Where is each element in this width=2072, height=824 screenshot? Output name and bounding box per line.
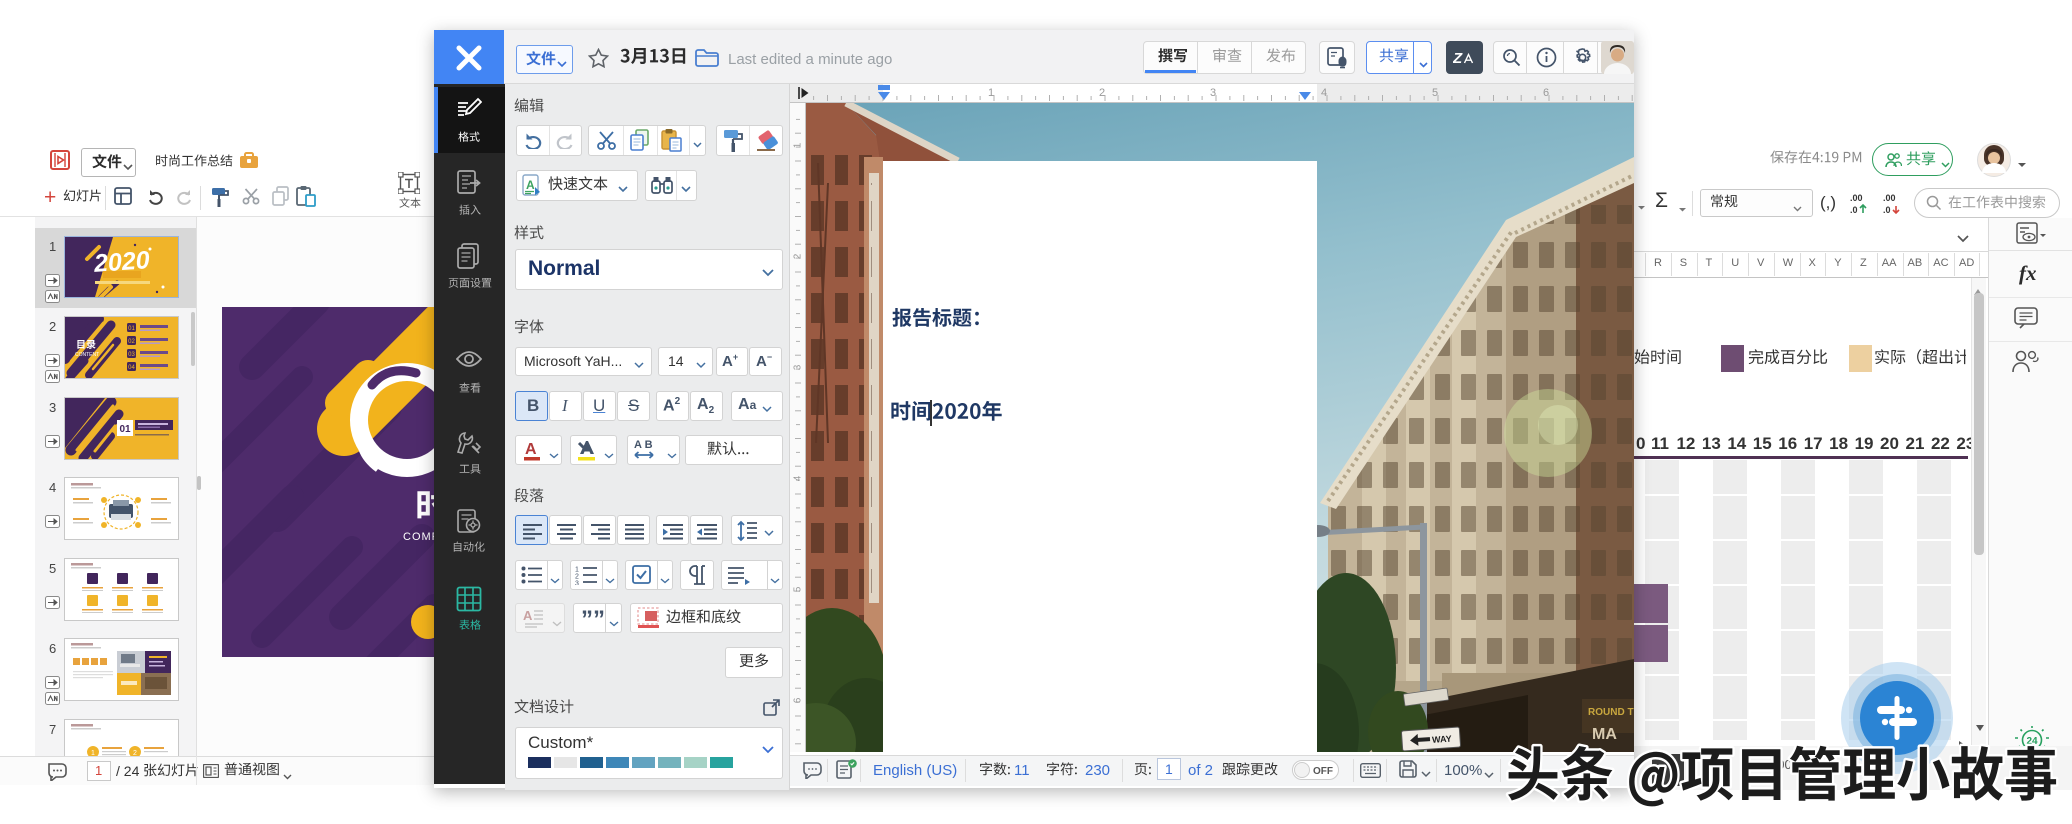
svg-text:01: 01	[128, 326, 135, 332]
svg-text:A: A	[525, 441, 537, 458]
svg-text:3: 3	[575, 581, 579, 586]
svg-text:04: 04	[128, 365, 135, 371]
svg-text:ROUND T: ROUND T	[1588, 707, 1634, 718]
svg-text:WAY: WAY	[1432, 734, 1452, 745]
svg-text:03: 03	[128, 352, 135, 358]
svg-text:01: 01	[119, 424, 131, 435]
svg-text:MA: MA	[1592, 726, 1617, 743]
svg-text:.0: .0	[1850, 205, 1858, 215]
svg-text:A: A	[523, 608, 533, 623]
svg-text:.0: .0	[1883, 205, 1891, 215]
svg-text:CONTENT: CONTENT	[75, 352, 99, 358]
svg-text:.00: .00	[1883, 193, 1896, 203]
svg-text:A B: A B	[634, 439, 653, 451]
svg-text:02: 02	[128, 339, 135, 345]
svg-text:A: A	[526, 178, 535, 192]
svg-text:2: 2	[575, 574, 579, 581]
svg-text:COMPE: COMPE	[403, 531, 434, 543]
svg-text:.00: .00	[1850, 193, 1863, 203]
svg-text:Z: Z	[1453, 50, 1463, 67]
svg-text:1: 1	[575, 567, 579, 574]
